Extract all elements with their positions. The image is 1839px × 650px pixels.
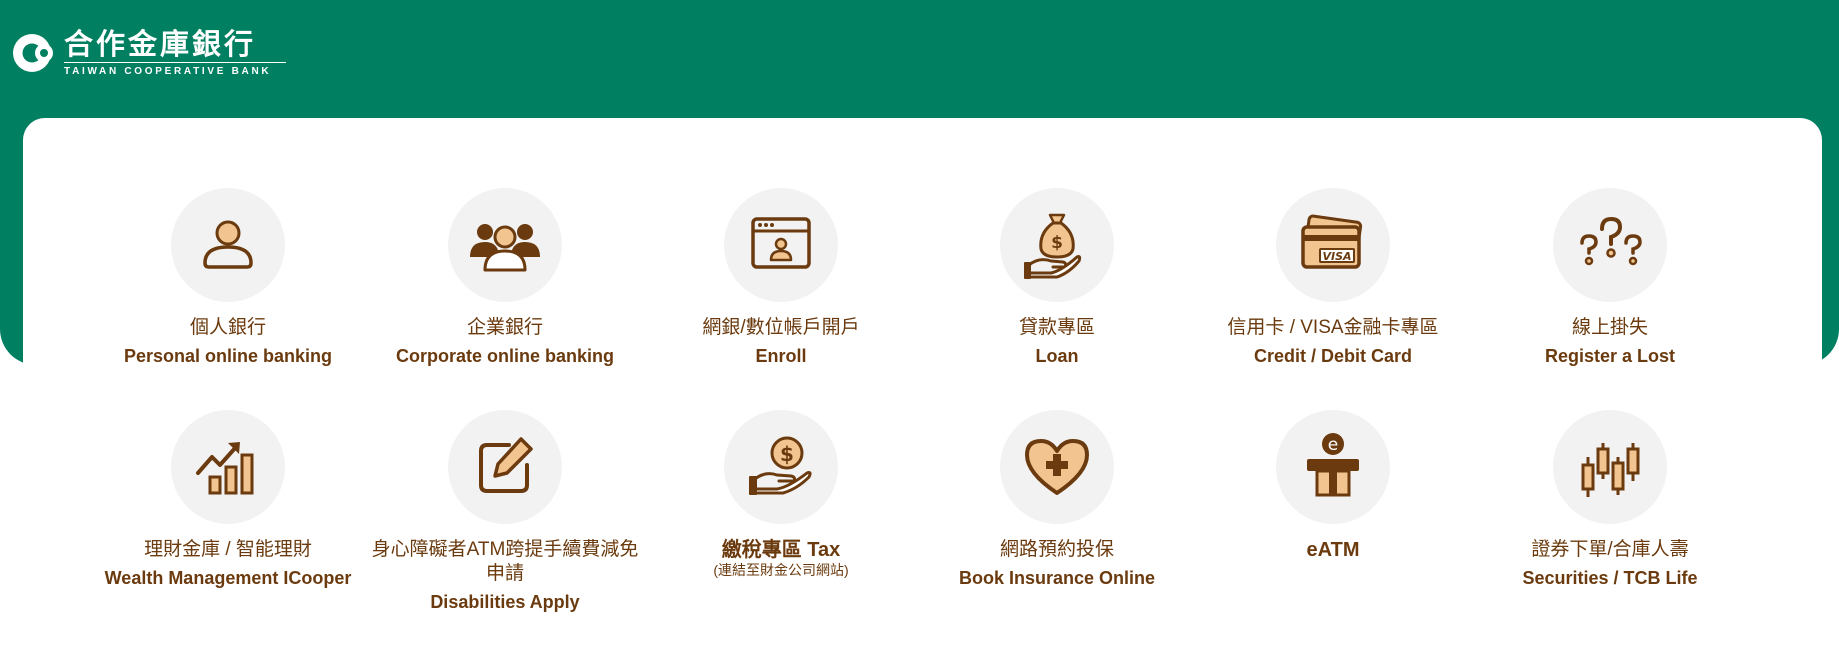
service-label-en: Enroll [755, 346, 807, 366]
service-label-cn: 理財金庫 / 智能理財 [144, 539, 312, 560]
group-icon [470, 224, 540, 272]
eatm-icon: e [1307, 433, 1359, 497]
candlestick-icon [1581, 443, 1640, 497]
service-label-cn: 網銀/數位帳戶開戶 [702, 317, 860, 338]
svg-text:$: $ [780, 442, 794, 466]
icon-circle: VISA [1276, 188, 1390, 302]
logo-divider [64, 62, 286, 63]
credit-card-icon: VISA [1301, 214, 1363, 269]
service-label-cn: 企業銀行 [466, 317, 543, 338]
service-label-cn: 網路預約投保 [999, 539, 1114, 560]
service-sublabel: (連結至財金公司網站) [713, 562, 849, 578]
service-label-en: Securities / TCB Life [1522, 568, 1698, 588]
icon-circle: $ [724, 410, 838, 524]
icon-circle [171, 188, 285, 302]
svg-text:VISA: VISA [1322, 250, 1351, 263]
heart-plus-icon [1025, 439, 1089, 495]
service-credit-card[interactable]: VISA 信用卡 / VISA金融卡專區 Credit / Debit Card [1193, 188, 1473, 367]
service-label-en: Disabilities Apply [430, 592, 580, 612]
svg-text:e: e [1328, 435, 1338, 455]
service-label-en: Personal online banking [123, 346, 333, 366]
person-icon [203, 220, 253, 269]
icon-circle: e [1276, 410, 1390, 524]
browser-account-icon [751, 217, 811, 269]
service-register-lost[interactable]: 線上掛失 Register a Lost [1470, 188, 1750, 367]
svg-text:$: $ [1051, 233, 1063, 253]
icon-circle [1553, 410, 1667, 524]
icon-circle [724, 188, 838, 302]
service-label-en: Register a Lost [1544, 346, 1676, 366]
service-disabilities-apply[interactable]: 身心障礙者ATM跨提手續費減免申請 Disabilities Apply [365, 410, 645, 613]
service-personal-banking[interactable]: 個人銀行 Personal online banking [88, 188, 368, 367]
money-bag-hand-icon: $ [1024, 213, 1082, 279]
icon-circle: $ [1000, 188, 1114, 302]
service-label-cn: 身心障礙者ATM跨提手續費減免申請 [371, 539, 639, 584]
logo-mark-icon [13, 33, 54, 72]
service-book-insurance[interactable]: 網路預約投保 Book Insurance Online [917, 410, 1197, 589]
icon-circle [448, 410, 562, 524]
service-label-cn: 證券下單/合庫人壽 [1531, 539, 1689, 560]
service-label-en: Loan [1035, 346, 1079, 366]
service-loan[interactable]: $ 貸款專區 Loan [917, 188, 1197, 367]
service-label-cn: 線上掛失 [1571, 317, 1648, 338]
icon-circle [448, 188, 562, 302]
question-marks-icon [1580, 216, 1642, 266]
logo-name-cn: 合作金庫銀行 [64, 27, 257, 61]
icon-circle [1553, 188, 1667, 302]
icon-circle [171, 410, 285, 524]
logo-name-en: TAIWAN COOPERATIVE BANK [64, 66, 272, 77]
service-securities[interactable]: 證券下單/合庫人壽 Securities / TCB Life [1470, 410, 1750, 589]
icon-circle [1000, 410, 1114, 524]
edit-icon [479, 437, 533, 493]
service-label-cn: 個人銀行 [189, 317, 266, 338]
service-label-cn: 貸款專區 [1018, 317, 1095, 338]
service-label-cn: eATM [1306, 539, 1360, 561]
service-label-cn: 信用卡 / VISA金融卡專區 [1227, 317, 1439, 338]
service-eatm[interactable]: e eATM [1193, 410, 1473, 562]
service-corporate-banking[interactable]: 企業銀行 Corporate online banking [365, 188, 645, 367]
service-label-en: Corporate online banking [395, 346, 614, 366]
growth-chart-icon [196, 442, 254, 495]
bank-logo[interactable]: 合作金庫銀行 TAIWAN COOPERATIVE BANK [12, 28, 286, 77]
coin-hand-icon: $ [749, 436, 812, 495]
service-tax[interactable]: $ 繳稅專區 Tax (連結至財金公司網站) [641, 410, 921, 578]
service-enroll[interactable]: 網銀/數位帳戶開戶 Enroll [641, 188, 921, 367]
service-wealth-management[interactable]: 理財金庫 / 智能理財 Wealth Management ICooper [88, 410, 368, 589]
service-label-en: Wealth Management ICooper [104, 568, 352, 588]
service-label-en: Book Insurance Online [958, 568, 1156, 588]
service-label-en: Credit / Debit Card [1253, 346, 1413, 366]
service-label-cn: 繳稅專區 Tax [721, 539, 841, 561]
